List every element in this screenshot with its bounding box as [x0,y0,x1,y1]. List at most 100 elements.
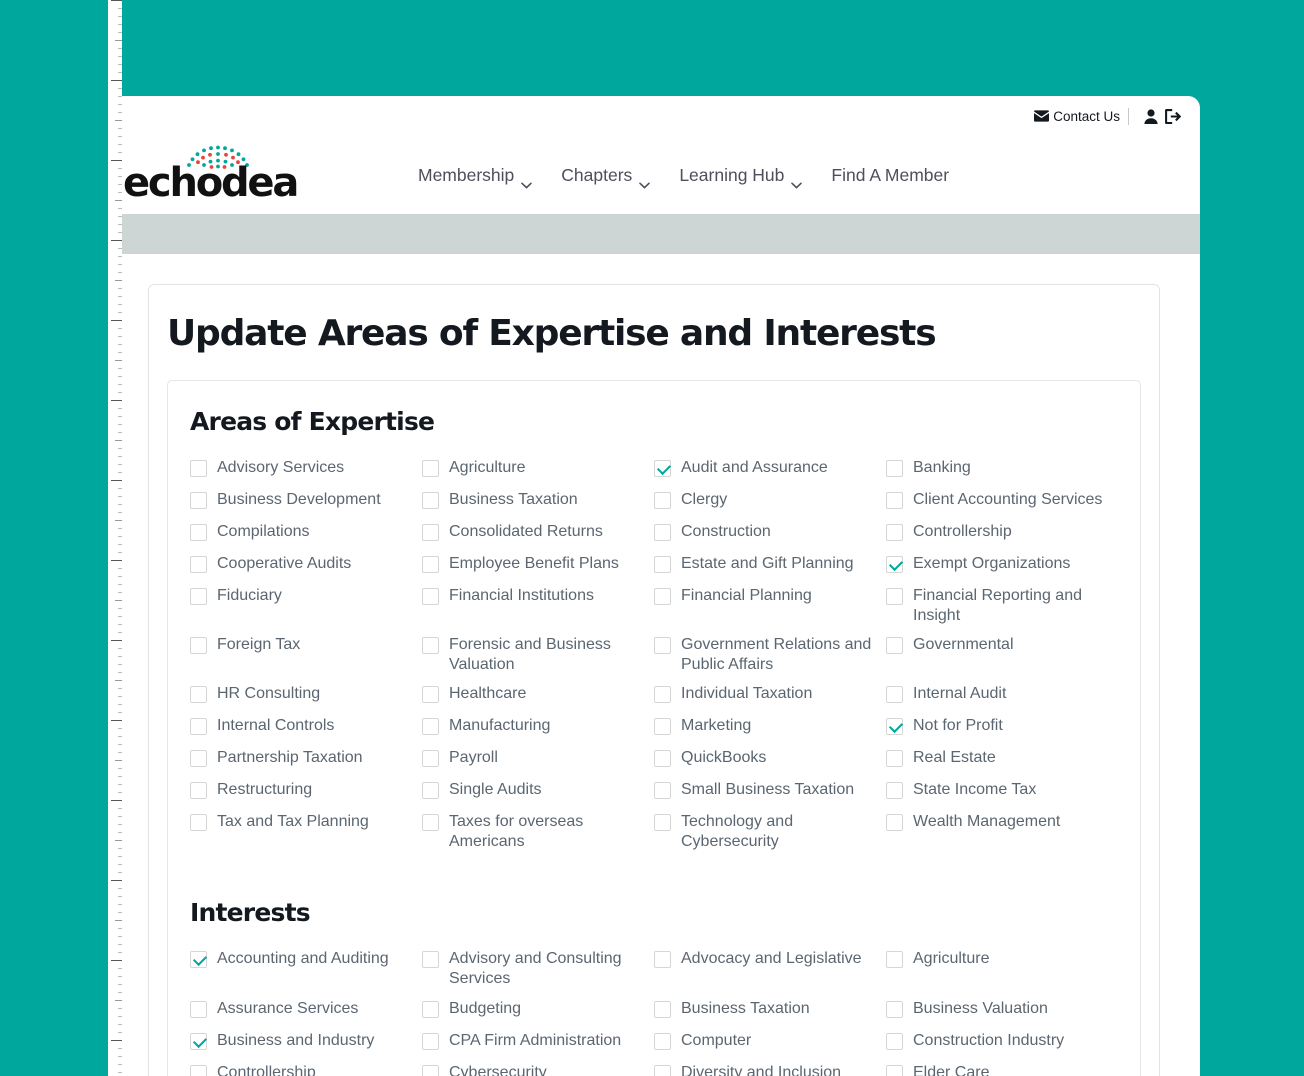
checkbox-item[interactable]: Not for Profit [886,711,1118,743]
nav-item-find-a-member[interactable]: Find A Member [831,165,949,186]
checkbox-item[interactable]: Financial Reporting and Insight [886,581,1118,630]
checkbox-item[interactable]: Government Relations and Public Affairs [654,630,886,679]
checkbox-icon[interactable] [654,686,671,704]
checkbox-icon[interactable] [190,782,207,800]
checkbox-item[interactable]: Elder Care [886,1058,1118,1076]
checkbox-item[interactable]: Computer [654,1026,886,1058]
checkbox-icon[interactable] [422,556,439,574]
checkbox-item[interactable]: Agriculture [886,944,1118,976]
checkbox-icon[interactable] [886,492,903,510]
checkbox-icon[interactable] [886,686,903,704]
checkbox-item[interactable]: Restructuring [190,775,422,807]
checkbox-icon[interactable] [190,814,207,832]
checkbox-item[interactable]: Wealth Management [886,807,1118,839]
checkbox-icon[interactable] [654,1032,671,1050]
checkbox-item[interactable]: Audit and Assurance [654,453,886,485]
checkbox-item[interactable]: Agriculture [422,453,654,485]
checkbox-item[interactable]: Foreign Tax [190,630,422,662]
checkbox-item[interactable]: Forensic and Business Valuation [422,630,654,679]
checkbox-item[interactable]: Construction Industry [886,1026,1118,1058]
checkbox-item[interactable]: Exempt Organizations [886,549,1118,581]
checkbox-checked-icon[interactable] [886,556,903,574]
checkbox-icon[interactable] [886,637,903,655]
checkbox-icon[interactable] [422,1064,439,1076]
checkbox-icon[interactable] [654,588,671,606]
checkbox-item[interactable]: Financial Planning [654,581,886,613]
checkbox-checked-icon[interactable] [654,460,671,478]
logout-icon[interactable] [1162,105,1184,127]
checkbox-item[interactable]: Clergy [654,485,886,517]
checkbox-item[interactable]: Manufacturing [422,711,654,743]
checkbox-icon[interactable] [422,1000,439,1018]
checkbox-icon[interactable] [190,1064,207,1076]
checkbox-item[interactable]: Taxes for overseas Americans [422,807,654,856]
checkbox-icon[interactable] [654,492,671,510]
checkbox-item[interactable]: Partnership Taxation [190,743,422,775]
checkbox-icon[interactable] [422,686,439,704]
checkbox-item[interactable]: Individual Taxation [654,679,886,711]
nav-item-learning-hub[interactable]: Learning Hub [679,165,803,189]
checkbox-item[interactable]: Single Audits [422,775,654,807]
checkbox-icon[interactable] [422,637,439,655]
checkbox-checked-icon[interactable] [886,718,903,736]
checkbox-item[interactable]: Accounting and Auditing [190,944,422,976]
checkbox-item[interactable]: Payroll [422,743,654,775]
checkbox-icon[interactable] [886,814,903,832]
checkbox-item[interactable]: Construction [654,517,886,549]
checkbox-icon[interactable] [422,524,439,542]
checkbox-icon[interactable] [886,750,903,768]
checkbox-icon[interactable] [886,1000,903,1018]
checkbox-item[interactable]: QuickBooks [654,743,886,775]
checkbox-item[interactable]: State Income Tax [886,775,1118,807]
checkbox-item[interactable]: Compilations [190,517,422,549]
checkbox-icon[interactable] [190,750,207,768]
checkbox-item[interactable]: Governmental [886,630,1118,662]
checkbox-item[interactable]: Diversity and Inclusion [654,1058,886,1076]
checkbox-item[interactable]: Cybersecurity [422,1058,654,1076]
checkbox-item[interactable]: Real Estate [886,743,1118,775]
checkbox-icon[interactable] [422,492,439,510]
checkbox-icon[interactable] [654,951,671,969]
checkbox-item[interactable]: Small Business Taxation [654,775,886,807]
checkbox-item[interactable]: Advocacy and Legislative [654,944,886,976]
checkbox-icon[interactable] [422,951,439,969]
checkbox-item[interactable]: Advisory and Consulting Services [422,944,654,993]
nav-item-membership[interactable]: Membership [418,165,533,189]
checkbox-icon[interactable] [654,750,671,768]
contact-us-link[interactable]: Contact Us [1034,109,1120,124]
checkbox-item[interactable]: Cooperative Audits [190,549,422,581]
checkbox-icon[interactable] [886,1064,903,1076]
checkbox-icon[interactable] [654,782,671,800]
checkbox-icon[interactable] [654,637,671,655]
checkbox-item[interactable]: Fiduciary [190,581,422,613]
checkbox-item[interactable]: Controllership [190,1058,422,1076]
checkbox-icon[interactable] [422,460,439,478]
checkbox-item[interactable]: Controllership [886,517,1118,549]
checkbox-item[interactable]: Business and Industry [190,1026,422,1058]
checkbox-icon[interactable] [654,556,671,574]
checkbox-item[interactable]: Budgeting [422,994,654,1026]
checkbox-icon[interactable] [190,588,207,606]
nav-item-chapters[interactable]: Chapters [561,165,651,189]
checkbox-icon[interactable] [422,782,439,800]
checkbox-item[interactable]: Healthcare [422,679,654,711]
checkbox-icon[interactable] [190,556,207,574]
checkbox-item[interactable]: Assurance Services [190,994,422,1026]
checkbox-checked-icon[interactable] [190,1032,207,1050]
checkbox-item[interactable]: Advisory Services [190,453,422,485]
checkbox-icon[interactable] [886,588,903,606]
checkbox-item[interactable]: Employee Benefit Plans [422,549,654,581]
checkbox-icon[interactable] [654,524,671,542]
logo[interactable]: echodea [123,145,303,205]
checkbox-icon[interactable] [886,951,903,969]
checkbox-item[interactable]: Business Valuation [886,994,1118,1026]
checkbox-checked-icon[interactable] [190,951,207,969]
checkbox-item[interactable]: Estate and Gift Planning [654,549,886,581]
checkbox-icon[interactable] [190,718,207,736]
checkbox-icon[interactable] [654,718,671,736]
checkbox-icon[interactable] [886,524,903,542]
checkbox-item[interactable]: HR Consulting [190,679,422,711]
checkbox-icon[interactable] [190,524,207,542]
checkbox-icon[interactable] [190,1000,207,1018]
checkbox-icon[interactable] [422,750,439,768]
